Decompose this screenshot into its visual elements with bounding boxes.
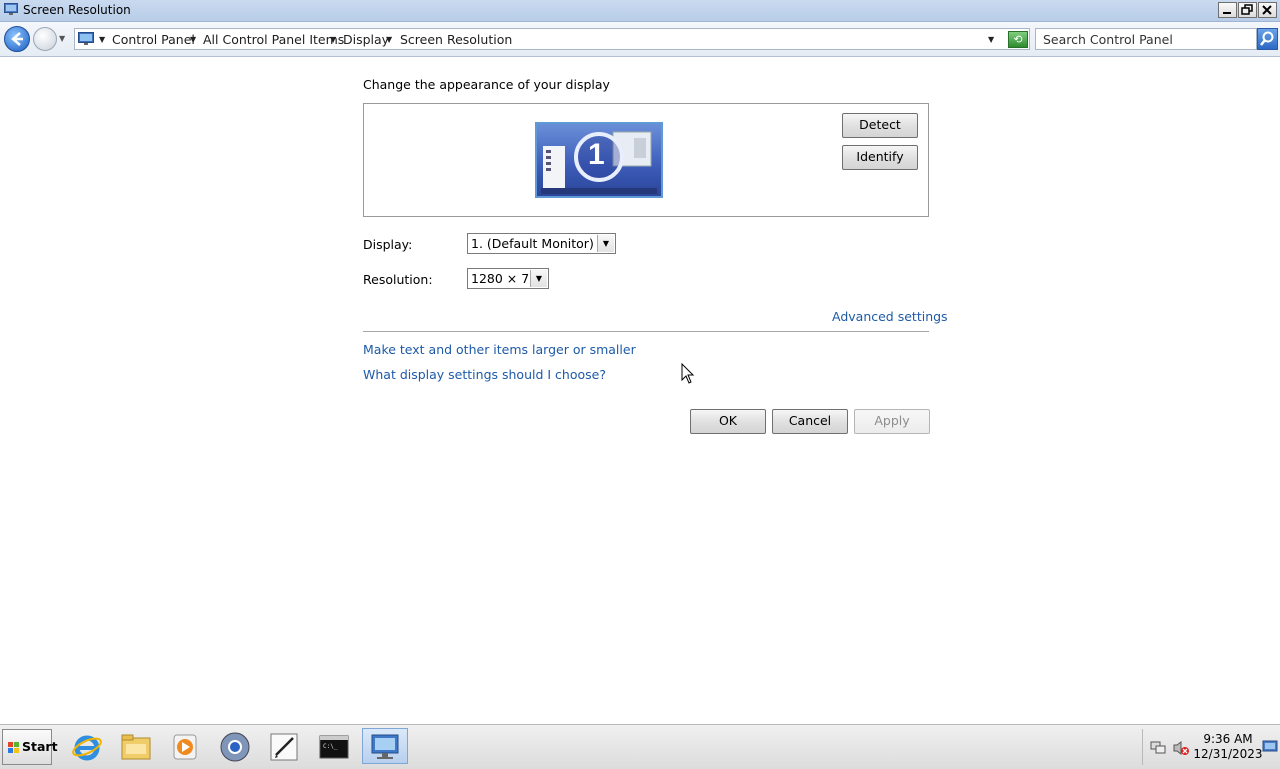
text-size-link[interactable]: Make text and other items larger or smal…: [363, 342, 636, 357]
monitor-arrangement-panel: 1 Detect Identify: [363, 103, 929, 217]
clock-date: 12/31/2023: [1193, 747, 1263, 761]
restore-button[interactable]: [1238, 2, 1257, 18]
control-panel-icon: [78, 32, 94, 45]
monitor-1[interactable]: 1: [535, 122, 663, 198]
windows-logo-icon: [8, 742, 19, 753]
notepad-icon[interactable]: [267, 730, 301, 764]
screen-resolution-icon: [371, 734, 399, 759]
start-button[interactable]: Start: [2, 729, 58, 765]
mouse-cursor-icon: [681, 363, 695, 384]
detect-button[interactable]: Detect: [842, 113, 918, 138]
address-bar: ▼ ▼ Control Panel ▼ All Control Panel It…: [0, 22, 1280, 57]
window-title: Screen Resolution: [23, 3, 131, 17]
breadcrumb-arrow[interactable]: ▼: [190, 35, 196, 44]
internet-explorer-icon[interactable]: [70, 730, 104, 764]
back-button[interactable]: [4, 26, 30, 52]
screen-resolution-taskbar-button[interactable]: [362, 728, 408, 764]
breadcrumb-arrow[interactable]: ▼: [386, 35, 392, 44]
monitor-number: 1: [588, 138, 605, 171]
forward-button[interactable]: [33, 27, 57, 51]
network-icon[interactable]: [1150, 740, 1166, 756]
restore-icon: [1241, 4, 1253, 15]
chevron-down-icon: ▼: [530, 270, 547, 287]
ok-button[interactable]: OK: [690, 409, 766, 434]
chrome-icon[interactable]: [218, 730, 252, 764]
refresh-icon: ⟲: [1013, 33, 1023, 46]
taskbar: Start C:\_ 9:36 AM 12/31/2023: [0, 724, 1280, 769]
identify-button[interactable]: Identify: [842, 145, 918, 170]
clock-time: 9:36 AM: [1203, 732, 1253, 746]
display-icon: [4, 3, 18, 15]
breadcrumb-control-panel[interactable]: Control Panel: [112, 32, 195, 47]
search-button[interactable]: [1257, 28, 1278, 50]
resolution-label: Resolution:: [363, 272, 433, 287]
close-button[interactable]: [1258, 2, 1277, 18]
page-heading: Change the appearance of your display: [363, 77, 610, 92]
chevron-down-icon: ▼: [597, 235, 614, 252]
minimize-button[interactable]: [1218, 2, 1237, 18]
clock[interactable]: 9:36 AM 12/31/2023: [1188, 732, 1268, 762]
display-help-link[interactable]: What display settings should I choose?: [363, 367, 606, 382]
recent-pages-dropdown[interactable]: ▼: [59, 34, 65, 43]
address-history-dropdown[interactable]: ▼: [988, 35, 994, 44]
breadcrumb-arrow[interactable]: ▼: [330, 35, 336, 44]
breadcrumb-screen-resolution[interactable]: Screen Resolution: [400, 32, 512, 47]
tray-separator: [1142, 729, 1143, 765]
show-desktop-icon[interactable]: [1262, 739, 1278, 755]
resolution-select[interactable]: 1280 × 768 ▼: [467, 268, 549, 289]
breadcrumb[interactable]: ▼ Control Panel ▼ All Control Panel Item…: [74, 28, 1030, 50]
start-label: Start: [22, 739, 58, 754]
breadcrumb-display[interactable]: Display: [343, 32, 389, 47]
search-input[interactable]: Search Control Panel: [1035, 28, 1257, 50]
file-explorer-icon[interactable]: [119, 730, 153, 764]
search-icon: [1260, 31, 1274, 46]
refresh-button[interactable]: ⟲: [1008, 31, 1028, 48]
title-bar: Screen Resolution: [0, 0, 1280, 22]
media-player-icon[interactable]: [168, 730, 202, 764]
command-prompt-icon[interactable]: C:\_: [317, 730, 351, 764]
apply-button[interactable]: Apply: [854, 409, 930, 434]
advanced-settings-link[interactable]: Advanced settings: [832, 309, 948, 324]
display-label: Display:: [363, 237, 413, 252]
display-select-value: 1. (Default Monitor) on: [471, 236, 614, 251]
close-icon: [1262, 5, 1272, 15]
minimize-icon: [1223, 12, 1231, 14]
divider: [363, 331, 929, 332]
cancel-button[interactable]: Cancel: [772, 409, 848, 434]
back-arrow-icon: [11, 32, 23, 46]
breadcrumb-root-arrow[interactable]: ▼: [99, 35, 105, 44]
breadcrumb-all-items[interactable]: All Control Panel Items: [203, 32, 344, 47]
display-select[interactable]: 1. (Default Monitor) on ▼: [467, 233, 616, 254]
svg-text:C:\_: C:\_: [323, 743, 338, 750]
